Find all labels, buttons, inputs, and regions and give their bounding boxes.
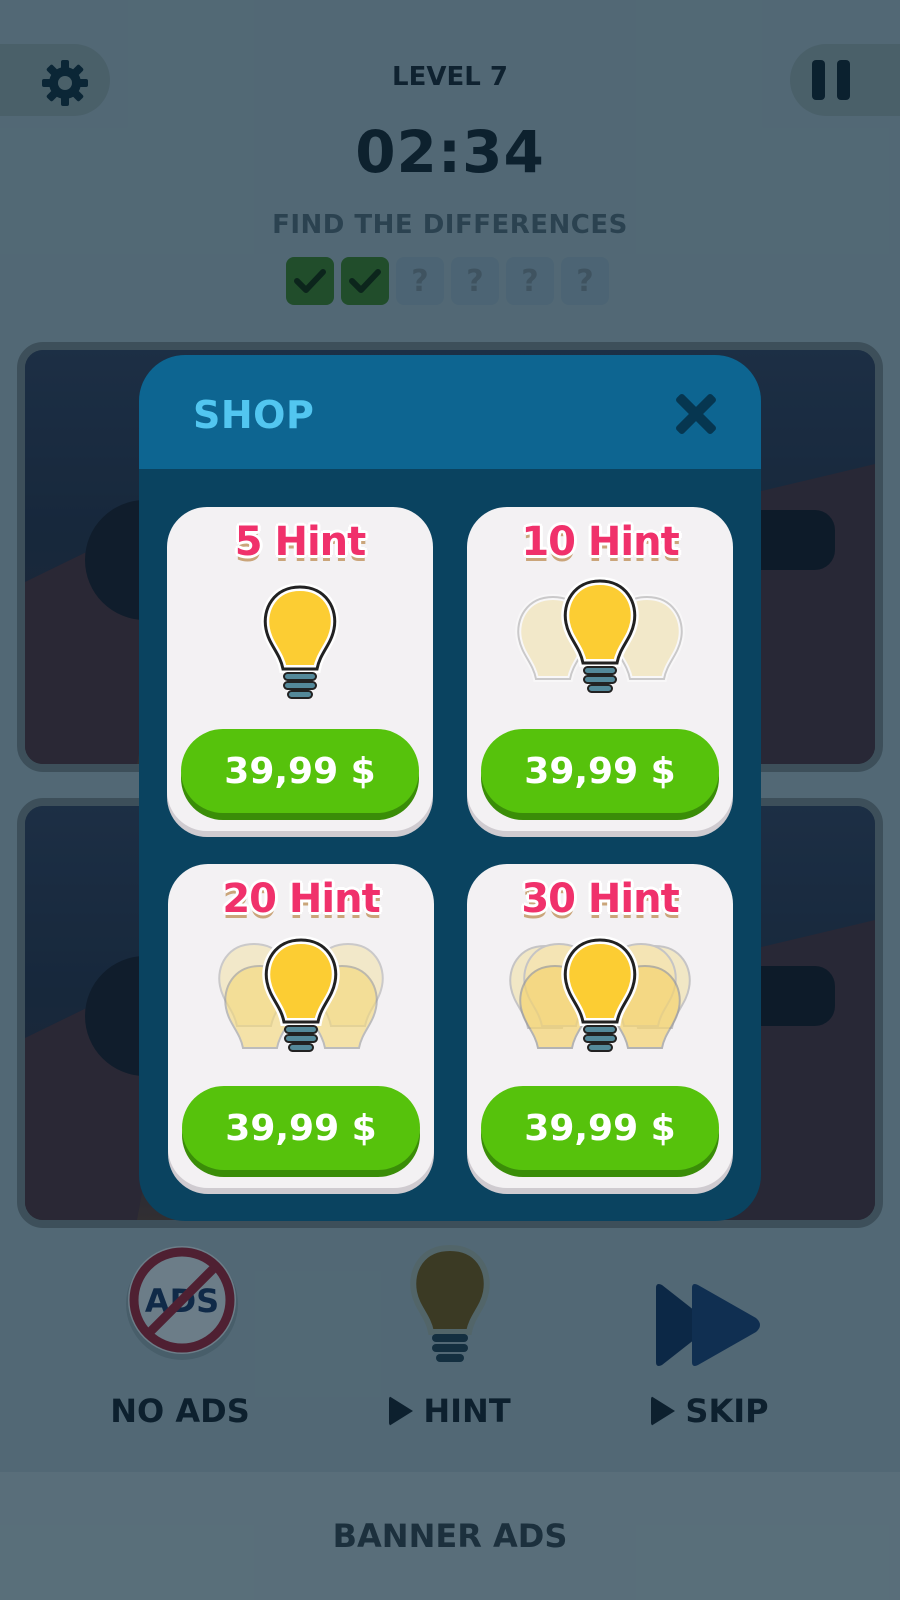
shop-item-30-hint: 30 Hint 39,99 $	[467, 864, 733, 1188]
shop-dialog: SHOP 5 Hint 39,99 $ 10 Hint 39,99 $ 20 H…	[139, 355, 761, 1221]
shop-item-5-hint: 5 Hint 39,99 $	[167, 507, 433, 831]
buy-button[interactable]: 39,99 $	[481, 1086, 719, 1170]
lightbulb-icon	[515, 577, 685, 693]
shop-item-20-hint: 20 Hint 39,99 $	[168, 864, 434, 1188]
hint-pack-label: 10 Hint	[521, 519, 679, 565]
close-icon[interactable]	[674, 393, 716, 435]
hint-pack-label: 30 Hint	[521, 876, 679, 922]
buy-button[interactable]: 39,99 $	[182, 1086, 420, 1170]
hint-pack-label: 20 Hint	[222, 876, 380, 922]
shop-item-10-hint: 10 Hint 39,99 $	[467, 507, 733, 831]
lightbulb-icon	[509, 935, 691, 1052]
buy-button[interactable]: 39,99 $	[481, 729, 719, 813]
shop-title: SHOP	[193, 393, 315, 437]
lightbulb-icon	[218, 935, 384, 1052]
buy-button[interactable]: 39,99 $	[181, 729, 419, 813]
shop-header: SHOP	[139, 355, 761, 469]
lightbulb-icon	[261, 582, 339, 699]
hint-pack-label: 5 Hint	[234, 519, 367, 565]
